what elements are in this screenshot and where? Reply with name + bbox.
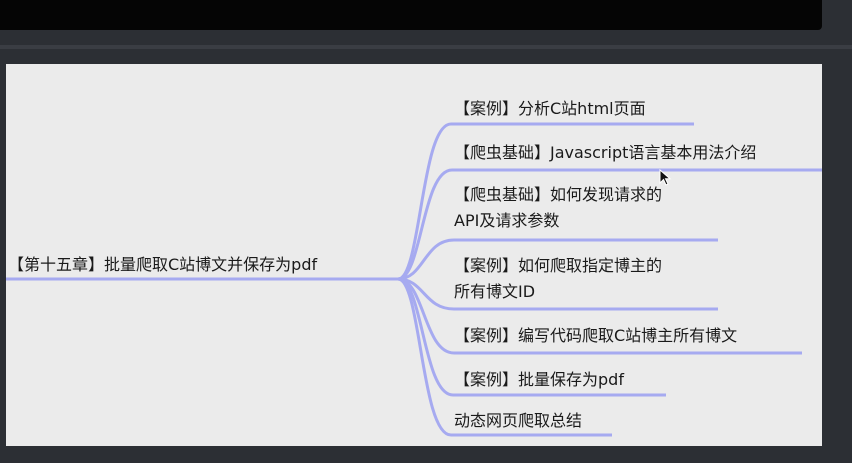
screen: 【第十五章】批量爬取C站博文并保存为pdf 【案例】分析C站html页面 【爬虫… bbox=[0, 0, 852, 463]
branch-node-2-label: 【爬虫基础】Javascript语言基本用法介绍 bbox=[454, 143, 757, 162]
branch-node-1-label: 【案例】分析C站html页面 bbox=[454, 99, 646, 118]
branch-node-7-label: 动态网页爬取总结 bbox=[454, 411, 583, 430]
branch-node-6-label: 【案例】批量保存为pdf bbox=[454, 370, 624, 389]
branch-node-4-label-line-1: 【案例】如何爬取指定博主的 bbox=[454, 256, 663, 275]
branch-node-7[interactable]: 动态网页爬取总结 bbox=[454, 408, 582, 434]
branch-node-4[interactable]: 【案例】如何爬取指定博主的 所有博文ID bbox=[454, 253, 662, 305]
branch-node-3-label-line-1: 【爬虫基础】如何发现请求的 bbox=[454, 185, 663, 204]
branch-node-1[interactable]: 【案例】分析C站html页面 bbox=[454, 96, 646, 122]
branch-node-5[interactable]: 【案例】编写代码爬取C站博主所有博文 bbox=[454, 323, 737, 349]
mouse-pointer-icon bbox=[659, 169, 672, 186]
branch-node-2[interactable]: 【爬虫基础】Javascript语言基本用法介绍 bbox=[454, 140, 756, 166]
root-node[interactable]: 【第十五章】批量爬取C站博文并保存为pdf bbox=[8, 252, 317, 278]
branch-node-3[interactable]: 【爬虫基础】如何发现请求的 API及请求参数 bbox=[454, 182, 662, 234]
root-node-label: 【第十五章】批量爬取C站博文并保存为pdf bbox=[8, 255, 318, 274]
divider-bar bbox=[0, 45, 852, 49]
top-dark-panel bbox=[0, 0, 822, 30]
branch-node-3-label-line-2: API及请求参数 bbox=[454, 211, 560, 230]
mindmap-canvas[interactable]: 【第十五章】批量爬取C站博文并保存为pdf 【案例】分析C站html页面 【爬虫… bbox=[6, 64, 822, 446]
branch-node-6[interactable]: 【案例】批量保存为pdf bbox=[454, 367, 624, 393]
branch-node-4-label-line-2: 所有博文ID bbox=[454, 282, 536, 301]
branch-node-5-label: 【案例】编写代码爬取C站博主所有博文 bbox=[454, 326, 738, 345]
